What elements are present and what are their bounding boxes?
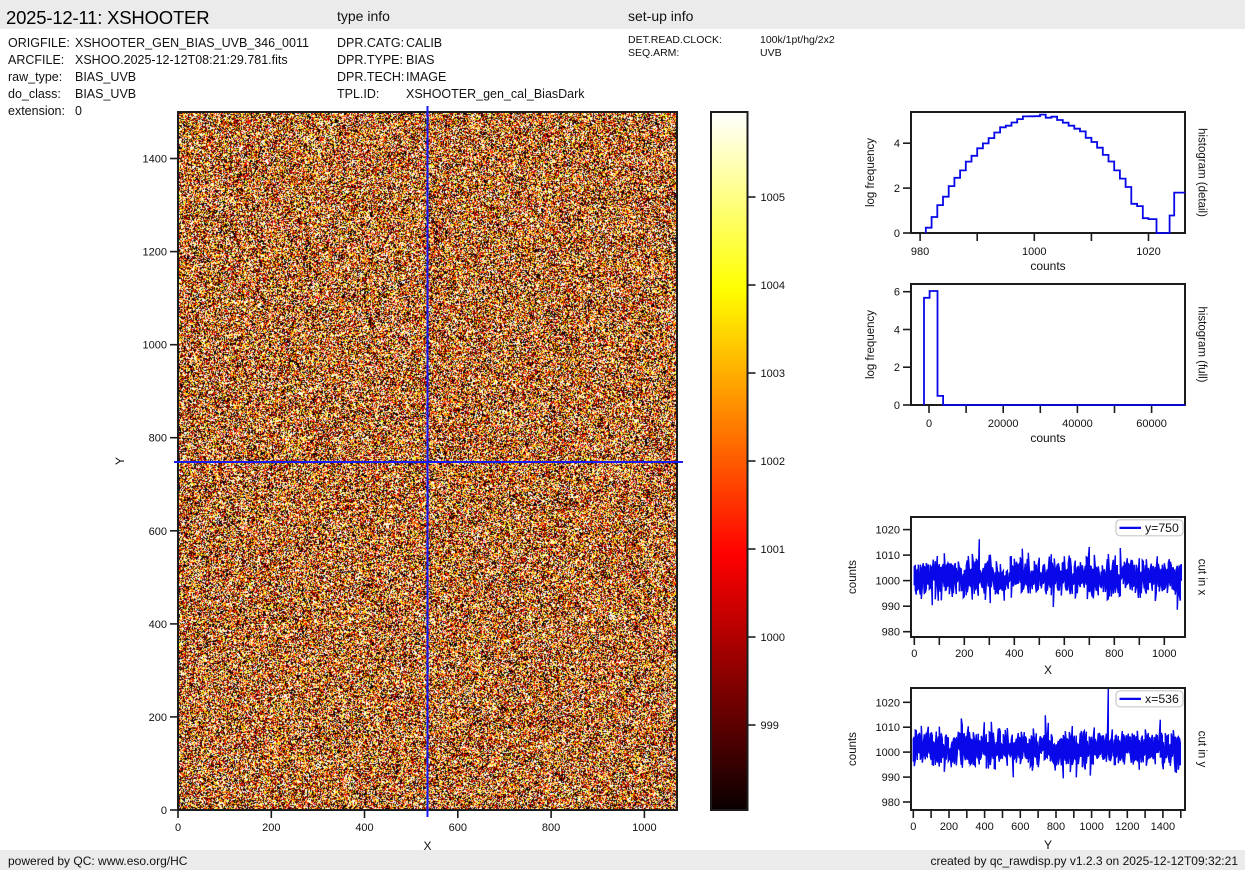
svg-text:Y: Y — [113, 457, 127, 465]
svg-text:1020: 1020 — [1136, 246, 1160, 258]
svg-text:1000: 1000 — [761, 632, 785, 644]
svg-text:1020: 1020 — [876, 525, 900, 537]
svg-text:4: 4 — [894, 325, 900, 337]
svg-text:1400: 1400 — [1151, 821, 1175, 833]
svg-text:980: 980 — [882, 627, 900, 639]
svg-text:800: 800 — [149, 433, 167, 445]
svg-text:400: 400 — [355, 822, 373, 834]
svg-text:X: X — [423, 839, 431, 853]
svg-text:1000: 1000 — [632, 822, 656, 834]
svg-text:counts: counts — [847, 732, 859, 766]
svg-text:990: 990 — [882, 772, 900, 784]
svg-text:600: 600 — [149, 526, 167, 538]
svg-text:histogram (detail): histogram (detail) — [1196, 128, 1208, 217]
svg-text:1010: 1010 — [876, 722, 900, 734]
svg-text:0: 0 — [161, 805, 167, 817]
svg-text:1400: 1400 — [143, 154, 167, 166]
svg-text:1001: 1001 — [761, 544, 785, 556]
svg-text:1005: 1005 — [761, 192, 785, 204]
svg-text:600: 600 — [1011, 821, 1029, 833]
svg-text:histogram (full): histogram (full) — [1196, 306, 1208, 382]
svg-text:800: 800 — [542, 822, 560, 834]
svg-text:0: 0 — [894, 400, 900, 412]
svg-text:800: 800 — [1105, 648, 1123, 660]
svg-text:800: 800 — [1047, 821, 1065, 833]
svg-text:x=536: x=536 — [1145, 692, 1179, 706]
svg-text:0: 0 — [911, 648, 917, 660]
svg-text:counts: counts — [847, 560, 859, 594]
svg-text:60000: 60000 — [1136, 418, 1167, 430]
svg-text:1000: 1000 — [876, 576, 900, 588]
svg-text:1200: 1200 — [1115, 821, 1139, 833]
svg-text:2: 2 — [894, 362, 900, 374]
svg-text:200: 200 — [262, 822, 280, 834]
svg-text:1010: 1010 — [876, 550, 900, 562]
svg-text:1000: 1000 — [1152, 648, 1176, 660]
svg-text:980: 980 — [911, 246, 929, 258]
svg-text:1003: 1003 — [761, 368, 785, 380]
svg-text:6: 6 — [894, 287, 900, 299]
svg-text:1000: 1000 — [143, 340, 167, 352]
svg-text:400: 400 — [1005, 648, 1023, 660]
svg-text:1000: 1000 — [1022, 246, 1046, 258]
svg-text:cut in y: cut in y — [1196, 731, 1208, 768]
svg-text:600: 600 — [1055, 648, 1073, 660]
svg-text:1004: 1004 — [761, 280, 785, 292]
svg-text:log frequency: log frequency — [865, 310, 877, 379]
svg-text:0: 0 — [175, 822, 181, 834]
svg-text:1000: 1000 — [876, 747, 900, 759]
svg-text:980: 980 — [882, 797, 900, 809]
svg-text:0: 0 — [910, 821, 916, 833]
svg-text:999: 999 — [761, 720, 779, 732]
svg-text:cut in x: cut in x — [1196, 559, 1208, 596]
svg-text:1200: 1200 — [143, 247, 167, 259]
svg-text:counts: counts — [1030, 259, 1065, 273]
svg-text:600: 600 — [449, 822, 467, 834]
svg-text:0: 0 — [926, 418, 932, 430]
svg-text:Y: Y — [1044, 838, 1052, 852]
svg-text:40000: 40000 — [1062, 418, 1093, 430]
svg-text:y=750: y=750 — [1145, 521, 1179, 535]
svg-text:1000: 1000 — [1079, 821, 1103, 833]
svg-text:log frequency: log frequency — [865, 138, 877, 207]
svg-text:400: 400 — [975, 821, 993, 833]
svg-text:2: 2 — [894, 183, 900, 195]
svg-text:0: 0 — [894, 228, 900, 240]
svg-text:200: 200 — [955, 648, 973, 660]
svg-text:200: 200 — [940, 821, 958, 833]
svg-text:200: 200 — [149, 712, 167, 724]
svg-text:1020: 1020 — [876, 697, 900, 709]
svg-text:20000: 20000 — [988, 418, 1019, 430]
svg-text:4: 4 — [894, 138, 900, 150]
svg-text:990: 990 — [882, 601, 900, 613]
svg-text:counts: counts — [1030, 431, 1065, 445]
svg-text:1002: 1002 — [761, 456, 785, 468]
svg-text:400: 400 — [149, 619, 167, 631]
svg-text:X: X — [1044, 663, 1052, 677]
